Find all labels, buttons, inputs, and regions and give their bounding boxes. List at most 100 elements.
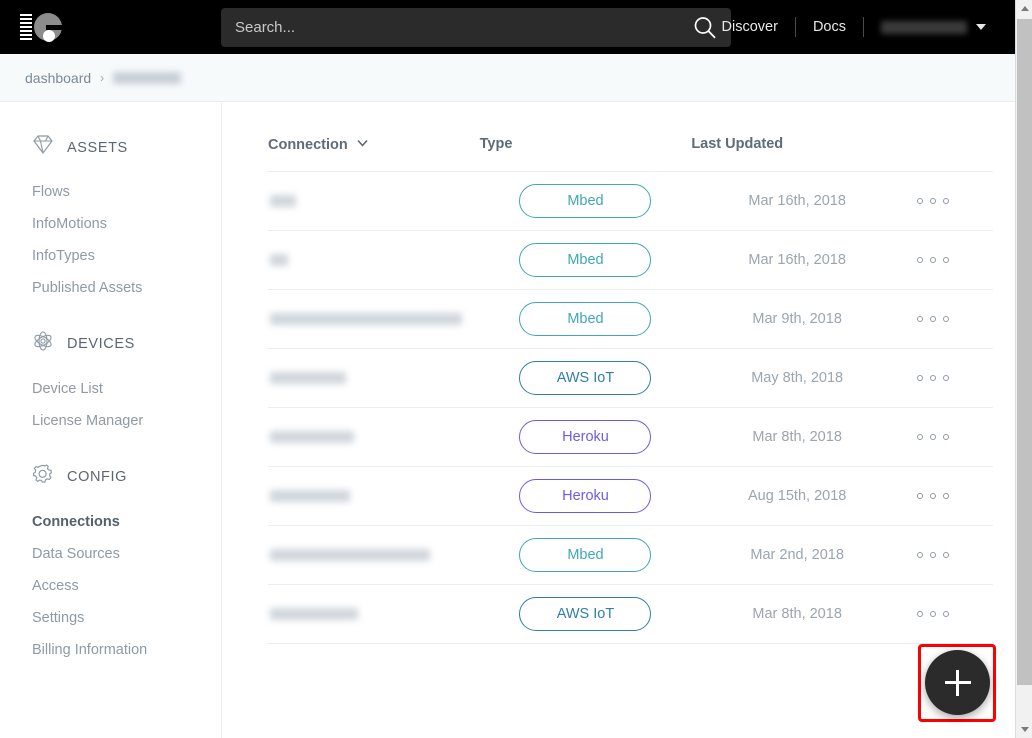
sidebar-spacer-2 bbox=[0, 437, 221, 463]
breadcrumb-item-redacted[interactable] bbox=[113, 72, 181, 84]
cell-type: AWS IoT bbox=[480, 585, 692, 644]
table-row[interactable]: Heroku Aug 15th, 2018 bbox=[268, 467, 993, 526]
type-badge[interactable]: Mbed bbox=[519, 538, 651, 572]
plus-icon bbox=[945, 670, 971, 696]
chevron-down-icon bbox=[357, 135, 368, 151]
cell-last-updated: Mar 9th, 2018 bbox=[691, 290, 903, 349]
column-header-connection[interactable]: Connection bbox=[268, 103, 480, 172]
more-options-icon[interactable] bbox=[903, 198, 993, 204]
table-head: Connection Type Last Updated bbox=[268, 103, 993, 172]
cell-connection-name[interactable] bbox=[268, 172, 480, 231]
diamond-icon bbox=[32, 135, 54, 160]
scrollbar-up-arrow[interactable] bbox=[1016, 0, 1032, 17]
table-row[interactable]: AWS IoT Mar 8th, 2018 bbox=[268, 585, 993, 644]
type-badge[interactable]: Mbed bbox=[519, 243, 651, 277]
table-row[interactable]: Mbed Mar 16th, 2018 bbox=[268, 172, 993, 231]
sidebar-section-label: ASSETS bbox=[67, 140, 128, 156]
column-header-type: Type bbox=[480, 103, 692, 172]
table-header-row: Connection Type Last Updated bbox=[268, 103, 993, 172]
type-badge[interactable]: Mbed bbox=[519, 302, 651, 336]
last-updated-value: Mar 9th, 2018 bbox=[691, 311, 903, 327]
connection-name-redacted bbox=[270, 254, 288, 266]
sidebar-item-published-assets[interactable]: Published Assets bbox=[0, 272, 221, 304]
sidebar-spacer-1 bbox=[0, 304, 221, 330]
connection-name-redacted bbox=[270, 608, 358, 620]
connection-name-redacted bbox=[270, 549, 430, 561]
cell-connection-name[interactable] bbox=[268, 526, 480, 585]
table-body: MbedMar 16th, 2018MbedMar 16th, 2018Mbed… bbox=[268, 172, 993, 644]
cell-connection-name[interactable] bbox=[268, 585, 480, 644]
sidebar-item-connections[interactable]: Connections bbox=[0, 506, 221, 538]
sidebar-item-device-list[interactable]: Device List bbox=[0, 373, 221, 405]
cell-last-updated: Mar 16th, 2018 bbox=[691, 172, 903, 231]
app-root: Discover Docs dashboard › ASSETS bbox=[0, 0, 1032, 738]
cell-actions bbox=[903, 231, 993, 290]
nav-link-docs[interactable]: Docs bbox=[796, 0, 863, 54]
nav-link-discover[interactable]: Discover bbox=[705, 0, 795, 54]
sidebar-item-infomotions[interactable]: InfoMotions bbox=[0, 208, 221, 240]
type-badge[interactable]: Heroku bbox=[519, 420, 651, 454]
add-connection-button[interactable] bbox=[925, 650, 990, 715]
cell-connection-name[interactable] bbox=[268, 408, 480, 467]
more-options-icon[interactable] bbox=[903, 316, 993, 322]
search-input[interactable] bbox=[221, 8, 679, 47]
cell-actions bbox=[903, 172, 993, 231]
scrollbar-thumb[interactable] bbox=[1017, 19, 1032, 685]
user-menu[interactable] bbox=[864, 21, 998, 34]
table-row[interactable]: Mbed Mar 2nd, 2018 bbox=[268, 526, 993, 585]
last-updated-value: May 8th, 2018 bbox=[691, 370, 903, 386]
sidebar-section-label: CONFIG bbox=[67, 469, 127, 485]
connection-name-redacted bbox=[270, 372, 346, 384]
cell-actions bbox=[903, 290, 993, 349]
sidebar-item-flows[interactable]: Flows bbox=[0, 176, 221, 208]
cell-connection-name[interactable] bbox=[268, 290, 480, 349]
more-options-icon[interactable] bbox=[903, 611, 993, 617]
cell-type: Mbed bbox=[480, 231, 692, 290]
cell-last-updated: Aug 15th, 2018 bbox=[691, 467, 903, 526]
connection-name-redacted bbox=[270, 195, 296, 207]
sidebar-item-infotypes[interactable]: InfoTypes bbox=[0, 240, 221, 272]
e-logo-icon[interactable] bbox=[18, 10, 64, 44]
type-badge[interactable]: Mbed bbox=[519, 184, 651, 218]
cell-connection-name[interactable] bbox=[268, 231, 480, 290]
scrollbar-down-arrow[interactable] bbox=[1016, 721, 1032, 738]
type-badge[interactable]: AWS IoT bbox=[519, 361, 651, 395]
column-header-label: Connection bbox=[268, 137, 348, 153]
type-badge[interactable]: AWS IoT bbox=[519, 597, 651, 631]
more-options-icon[interactable] bbox=[903, 257, 993, 263]
cell-connection-name[interactable] bbox=[268, 467, 480, 526]
top-navigation-bar: Discover Docs bbox=[0, 0, 1015, 54]
connections-table: Connection Type Last Updated Mbed Mar 16t… bbox=[268, 103, 993, 644]
search-bar[interactable] bbox=[221, 8, 731, 47]
cell-type: Mbed bbox=[480, 290, 692, 349]
last-updated-value: Mar 8th, 2018 bbox=[691, 606, 903, 622]
sidebar-section-label: DEVICES bbox=[67, 336, 135, 352]
sidebar-item-data-sources[interactable]: Data Sources bbox=[0, 538, 221, 570]
table-row[interactable]: Mbed Mar 9th, 2018 bbox=[268, 290, 993, 349]
more-options-icon[interactable] bbox=[903, 493, 993, 499]
cell-actions bbox=[903, 526, 993, 585]
user-name-redacted bbox=[881, 21, 967, 34]
page-scrollbar[interactable] bbox=[1015, 0, 1032, 738]
last-updated-value: Mar 2nd, 2018 bbox=[691, 547, 903, 563]
connection-name-redacted bbox=[270, 313, 462, 325]
more-options-icon[interactable] bbox=[903, 375, 993, 381]
cell-type: Heroku bbox=[480, 467, 692, 526]
last-updated-value: Aug 15th, 2018 bbox=[691, 488, 903, 504]
cell-actions bbox=[903, 467, 993, 526]
sidebar-item-access[interactable]: Access bbox=[0, 570, 221, 602]
breadcrumb-item-dashboard[interactable]: dashboard bbox=[25, 70, 91, 86]
column-header-last-updated: Last Updated bbox=[691, 103, 903, 172]
sidebar-item-settings[interactable]: Settings bbox=[0, 602, 221, 634]
top-nav-links: Discover Docs bbox=[705, 0, 998, 54]
table-row[interactable]: HerokuMar 8th, 2018 bbox=[268, 408, 993, 467]
more-options-icon[interactable] bbox=[903, 434, 993, 440]
table-row[interactable]: MbedMar 16th, 2018 bbox=[268, 231, 993, 290]
last-updated-value: Mar 16th, 2018 bbox=[691, 193, 903, 209]
table-row[interactable]: AWS IoT May 8th, 2018 bbox=[268, 349, 993, 408]
cell-connection-name[interactable] bbox=[268, 349, 480, 408]
more-options-icon[interactable] bbox=[903, 552, 993, 558]
type-badge[interactable]: Heroku bbox=[519, 479, 651, 513]
sidebar-item-license-manager[interactable]: License Manager bbox=[0, 405, 221, 437]
sidebar-item-billing-information[interactable]: Billing Information bbox=[0, 634, 221, 666]
